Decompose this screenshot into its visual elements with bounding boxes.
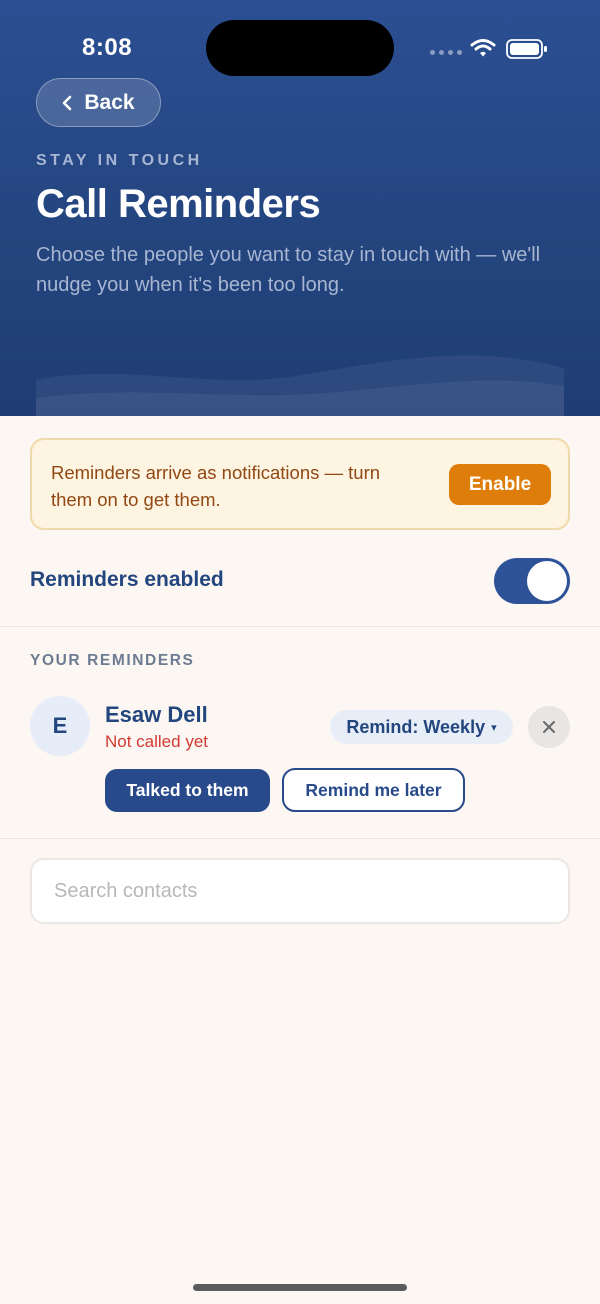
page-subtitle: Choose the people you want to stay in to… — [36, 244, 541, 296]
wifi-icon — [470, 39, 496, 57]
avatar: E — [30, 696, 90, 756]
contact-name: Esaw Dell — [105, 702, 208, 727]
remove-button[interactable] — [528, 706, 570, 748]
eyebrow-label: STAY IN TOUCH — [36, 152, 203, 169]
header: 8:08 Back STAY IN TOUCH Call Reminders C… — [0, 0, 600, 416]
back-button[interactable]: Back — [36, 78, 161, 127]
battery-icon — [506, 39, 547, 59]
toggle-label: Reminders enabled — [30, 568, 224, 591]
reminders-toggle-row: Reminders enabled — [30, 558, 570, 606]
caret-down-icon: ▾ — [491, 721, 497, 734]
home-indicator — [193, 1284, 407, 1291]
enable-button[interactable]: Enable — [449, 464, 551, 505]
close-icon — [543, 721, 555, 733]
status-bar: 8:08 — [0, 0, 600, 90]
talked-to-them-button[interactable]: Talked to them — [105, 769, 270, 812]
divider — [0, 838, 600, 839]
frequency-dropdown[interactable]: Remind: Weekly ▾ — [330, 710, 513, 744]
section-title: YOUR REMINDERS — [30, 652, 195, 669]
divider — [0, 626, 600, 627]
notification-banner: Reminders arrive as notifications — turn… — [30, 438, 570, 530]
back-label: Back — [84, 90, 135, 114]
wave-decoration — [36, 355, 564, 416]
frequency-label: Remind: Weekly — [346, 716, 486, 737]
reminder-item: E Esaw Dell Not called yet Remind: Weekl… — [30, 696, 570, 816]
banner-text: Reminders arrive as notifications — turn… — [51, 462, 381, 510]
reminders-toggle[interactable] — [494, 558, 570, 604]
toggle-knob — [527, 561, 567, 601]
chevron-left-icon — [63, 95, 72, 110]
page-title: Call Reminders — [36, 182, 321, 226]
signal-icon — [430, 50, 462, 55]
status-time: 8:08 — [82, 34, 133, 61]
search-input[interactable] — [30, 858, 570, 924]
remind-me-later-button[interactable]: Remind me later — [282, 768, 465, 812]
dynamic-island — [206, 20, 394, 76]
contact-status: Not called yet — [105, 732, 208, 751]
